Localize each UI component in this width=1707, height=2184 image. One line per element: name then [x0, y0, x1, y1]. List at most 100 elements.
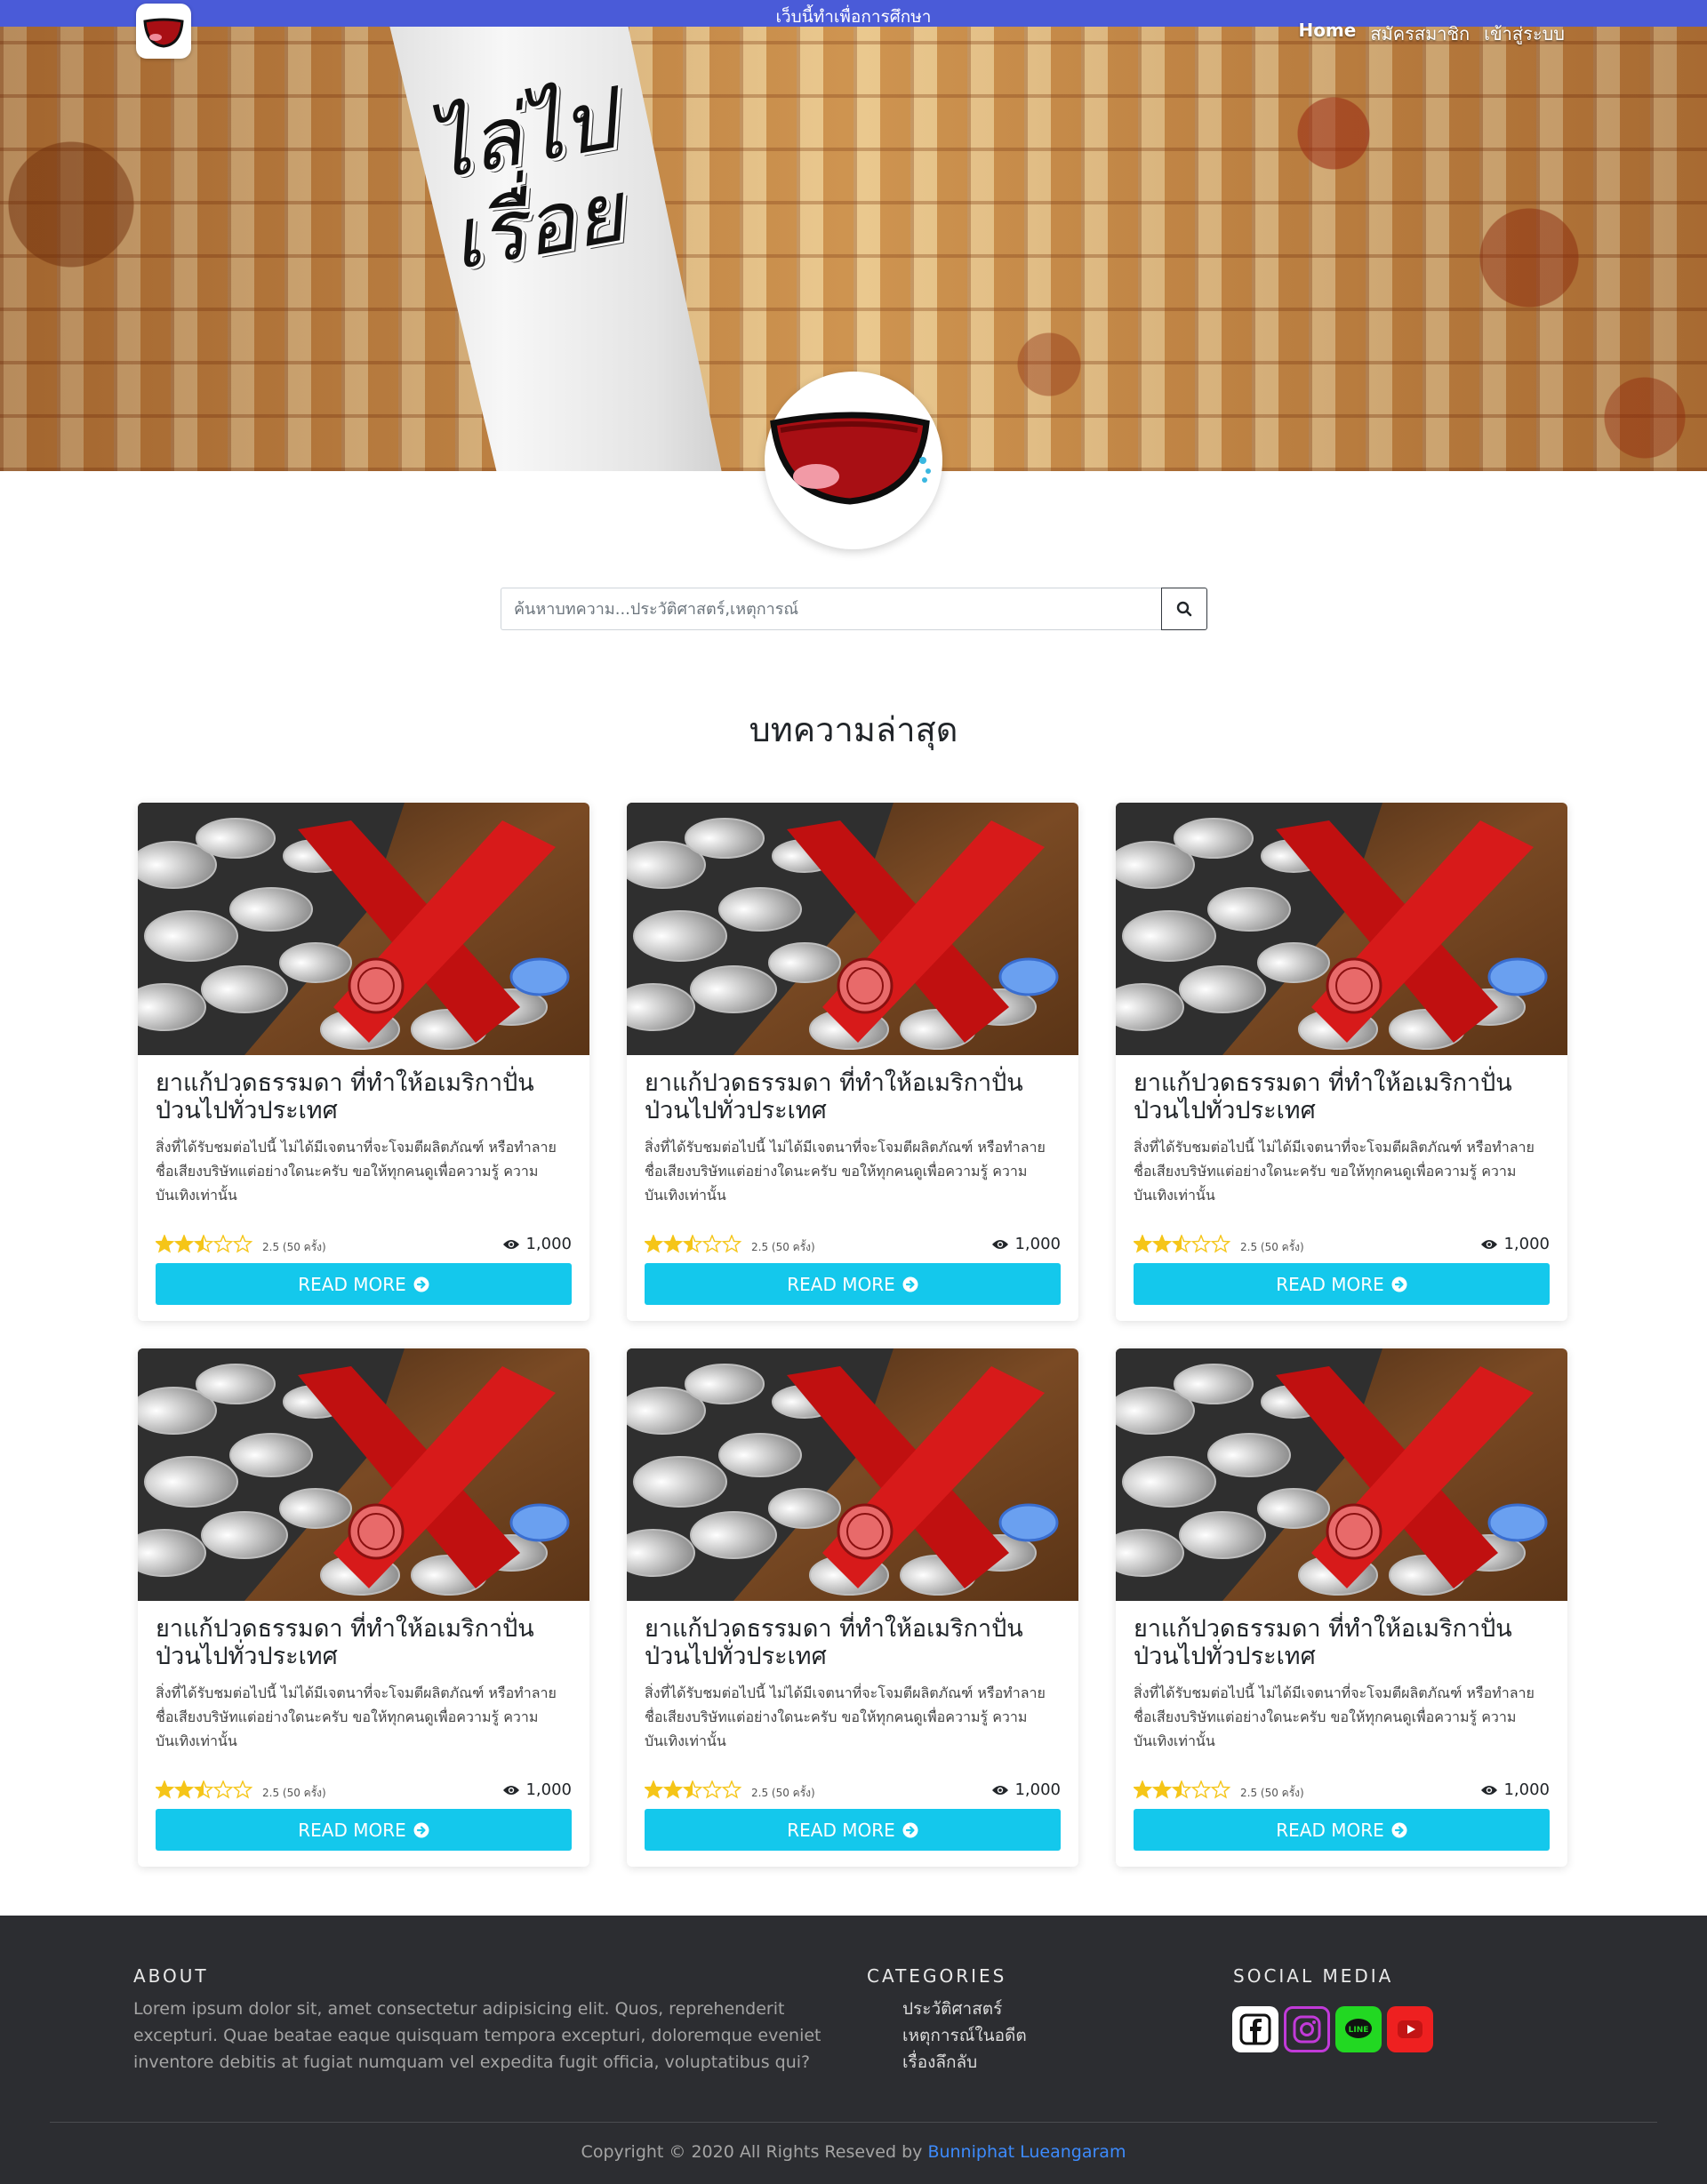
rating-text: 2.5 (50 ครั้ง) — [262, 1787, 326, 1799]
article-meta: 2.5 (50 ครั้ง) 1,000 — [1134, 1235, 1550, 1256]
rating-text: 2.5 (50 ครั้ง) — [1240, 1241, 1304, 1253]
category-link-history[interactable]: ประวัติศาสตร์ — [902, 1996, 1027, 2022]
article-title[interactable]: ยาแก้ปวดธรรมดา ที่ทำให้อเมริกาปั่นป่วนไป… — [156, 1615, 573, 1670]
star-icon — [701, 1780, 723, 1799]
facebook-icon[interactable] — [1232, 2006, 1278, 2052]
nav-home[interactable]: Home — [1298, 20, 1356, 48]
star-icon — [1134, 1780, 1153, 1799]
star-icon — [193, 1780, 214, 1799]
view-count: 1,000 — [502, 1780, 572, 1799]
star-icon — [701, 1235, 723, 1253]
footer-divider — [50, 2122, 1657, 2123]
search-icon — [1176, 601, 1192, 617]
arrow-right-circle-icon — [413, 1276, 429, 1292]
star-icon — [212, 1780, 234, 1799]
view-count-value: 1,000 — [1014, 1235, 1061, 1253]
article-meta: 2.5 (50 ครั้ง) 1,000 — [156, 1780, 572, 1802]
star-icon — [1190, 1235, 1212, 1253]
star-icon — [645, 1235, 664, 1253]
article-card-body: ยาแก้ปวดธรรมดา ที่ทำให้อเมริกาปั่นป่วนไป… — [156, 1615, 573, 1753]
article-title[interactable]: ยาแก้ปวดธรรมดา ที่ทำให้อเมริกาปั่นป่วนไป… — [1134, 1069, 1551, 1124]
star-rating — [156, 1780, 253, 1799]
article-image[interactable] — [1116, 1348, 1567, 1601]
article-card: ยาแก้ปวดธรรมดา ที่ทำให้อเมริกาปั่นป่วนไป… — [1116, 1348, 1567, 1867]
star-icon — [156, 1235, 175, 1253]
star-icon — [1171, 1780, 1192, 1799]
article-image[interactable] — [627, 803, 1078, 1055]
read-more-button[interactable]: READ MORE — [1134, 1263, 1550, 1305]
category-link-past-events[interactable]: เหตุการณ์ในอดีต — [902, 2022, 1027, 2049]
view-count-value: 1,000 — [1014, 1780, 1061, 1799]
star-icon — [212, 1235, 234, 1253]
rating-text: 2.5 (50 ครั้ง) — [751, 1241, 815, 1253]
arrow-right-circle-icon — [413, 1822, 429, 1837]
star-icon — [682, 1235, 703, 1253]
star-rating — [1134, 1235, 1231, 1253]
read-more-label: READ MORE — [1276, 1819, 1384, 1841]
article-card-body: ยาแก้ปวดธรรมดา ที่ทำให้อเมริกาปั่นป่วนไป… — [1134, 1615, 1551, 1753]
star-icon — [1151, 1235, 1173, 1253]
article-image[interactable] — [1116, 803, 1567, 1055]
star-icon — [682, 1780, 703, 1799]
youtube-icon[interactable] — [1387, 2006, 1433, 2052]
nav-login[interactable]: เข้าสู่ระบบ — [1484, 20, 1565, 48]
star-icon — [232, 1780, 253, 1799]
search-button[interactable] — [1161, 588, 1207, 630]
mouth-logo-icon — [770, 412, 931, 505]
read-more-button[interactable]: READ MORE — [156, 1809, 572, 1851]
article-card-body: ยาแก้ปวดธรรมดา ที่ทำให้อเมริกาปั่นป่วนไป… — [1134, 1069, 1551, 1207]
footer-categories-list: ประวัติศาสตร์ เหตุการณ์ในอดีต เรื่องลึกล… — [902, 1996, 1027, 2076]
article-image[interactable] — [138, 803, 589, 1055]
arrow-right-circle-icon — [1391, 1822, 1407, 1837]
read-more-button[interactable]: READ MORE — [645, 1809, 1061, 1851]
star-icon — [1134, 1235, 1153, 1253]
read-more-button[interactable]: READ MORE — [645, 1263, 1061, 1305]
author-link[interactable]: Bunniphat Lueangaram — [927, 2142, 1126, 2162]
star-icon — [1171, 1235, 1192, 1253]
read-more-label: READ MORE — [298, 1819, 406, 1841]
star-icon — [721, 1235, 742, 1253]
star-icon — [193, 1235, 214, 1253]
article-title[interactable]: ยาแก้ปวดธรรมดา ที่ทำให้อเมริกาปั่นป่วนไป… — [645, 1069, 1062, 1124]
article-card: ยาแก้ปวดธรรมดา ที่ทำให้อเมริกาปั่นป่วนไป… — [138, 803, 589, 1321]
footer-about-text: Lorem ipsum dolor sit, amet consectetur … — [133, 1999, 821, 2072]
line-icon[interactable]: LINE — [1335, 2006, 1382, 2052]
view-count-value: 1,000 — [1503, 1780, 1550, 1799]
arrow-right-circle-icon — [902, 1822, 918, 1837]
instagram-icon[interactable] — [1284, 2006, 1330, 2052]
search-input[interactable] — [501, 588, 1161, 630]
star-icon — [1210, 1780, 1231, 1799]
article-meta: 2.5 (50 ครั้ง) 1,000 — [645, 1780, 1061, 1802]
site-logo[interactable] — [136, 4, 191, 59]
article-title[interactable]: ยาแก้ปวดธรรมดา ที่ทำให้อเมริกาปั่นป่วนไป… — [645, 1615, 1062, 1670]
article-excerpt: สิ่งที่ได้รับชมต่อไปนี้ ไม่ได้มีเจตนาที่… — [156, 1684, 557, 1749]
star-icon — [232, 1235, 253, 1253]
article-excerpt: สิ่งที่ได้รับชมต่อไปนี้ ไม่ได้มีเจตนาที่… — [1134, 1684, 1535, 1749]
article-title[interactable]: ยาแก้ปวดธรรมดา ที่ทำให้อเมริกาปั่นป่วนไป… — [1134, 1615, 1551, 1670]
star-icon — [662, 1235, 684, 1253]
article-title[interactable]: ยาแก้ปวดธรรมดา ที่ทำให้อเมริกาปั่นป่วนไป… — [156, 1069, 573, 1124]
article-card: ยาแก้ปวดธรรมดา ที่ทำให้อเมริกาปั่นป่วนไป… — [627, 1348, 1078, 1867]
star-icon — [156, 1780, 175, 1799]
article-card-body: ยาแก้ปวดธรรมดา ที่ทำให้อเมริกาปั่นป่วนไป… — [156, 1069, 573, 1207]
hero-title: ไล่ไปเรื่อย — [420, 71, 631, 290]
article-image[interactable] — [627, 1348, 1078, 1601]
read-more-button[interactable]: READ MORE — [156, 1263, 572, 1305]
read-more-label: READ MORE — [298, 1273, 406, 1295]
article-excerpt: สิ่งที่ได้รับชมต่อไปนี้ ไม่ได้มีเจตนาที่… — [156, 1139, 557, 1204]
arrow-right-circle-icon — [902, 1276, 918, 1292]
arrow-right-circle-icon — [1391, 1276, 1407, 1292]
copyright-text: Copyright © 2020 All Rights Reseved by — [581, 2142, 923, 2162]
rating-text: 2.5 (50 ครั้ง) — [1240, 1787, 1304, 1799]
star-rating — [156, 1235, 253, 1253]
view-count: 1,000 — [1480, 1235, 1550, 1253]
search-bar — [501, 588, 1207, 630]
category-link-mystery[interactable]: เรื่องลึกลับ — [902, 2049, 1027, 2076]
star-icon — [662, 1780, 684, 1799]
mouth-logo-icon — [143, 18, 184, 48]
nav-register[interactable]: สมัครสมาชิก — [1370, 20, 1470, 48]
star-rating — [1134, 1780, 1231, 1799]
read-more-button[interactable]: READ MORE — [1134, 1809, 1550, 1851]
star-icon — [173, 1235, 195, 1253]
article-image[interactable] — [138, 1348, 589, 1601]
